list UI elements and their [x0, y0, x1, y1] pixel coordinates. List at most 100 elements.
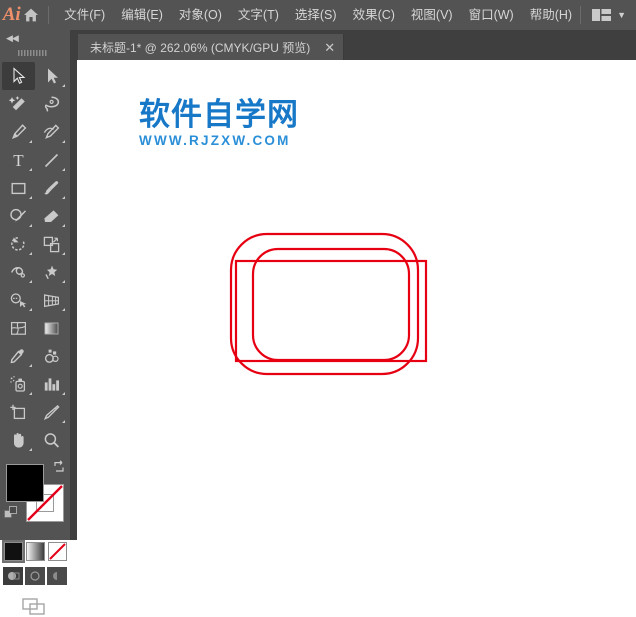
collapse-panel-button[interactable]: ◀◀	[0, 30, 70, 46]
pen-tool[interactable]	[2, 118, 35, 146]
rotate-icon	[11, 236, 25, 251]
tool-more-indicator	[62, 140, 65, 143]
draw-behind-mode-button[interactable]	[25, 567, 45, 585]
menu-item-list: 文件(F) 编辑(E) 对象(O) 文字(T) 选择(S) 效果(C) 视图(V…	[56, 0, 580, 30]
width-tool[interactable]	[2, 258, 35, 286]
artboard[interactable]: 软件自学网 WWW.RJZXW.COM	[77, 60, 636, 540]
eraser-tool[interactable]	[35, 202, 68, 230]
panel-drag-handle[interactable]	[0, 46, 70, 60]
document-tab-bar: 未标题-1* @ 262.06% (CMYK/GPU 预览) ✕	[70, 30, 636, 60]
rectangle-icon	[11, 182, 26, 194]
rectangle-tool[interactable]	[2, 174, 35, 202]
menu-help[interactable]: 帮助(H)	[522, 0, 580, 30]
screen-mode-icon	[22, 598, 45, 615]
artwork-group[interactable]	[77, 60, 636, 540]
magic-wand-tool[interactable]	[2, 90, 35, 118]
tool-more-indicator	[62, 280, 65, 283]
fill-mode-row	[1, 540, 68, 563]
grip-dots-icon	[18, 49, 47, 56]
draw-mode-row	[2, 567, 68, 585]
tool-more-indicator	[29, 280, 32, 283]
color-controls	[2, 460, 68, 538]
eraser-icon	[44, 209, 59, 222]
mesh-icon	[10, 321, 27, 335]
symbol-sprayer-icon	[10, 375, 26, 392]
artboard-icon	[10, 404, 26, 419]
line-segment-tool[interactable]	[35, 146, 68, 174]
mesh-tool[interactable]	[2, 314, 35, 342]
tool-grid: T	[2, 62, 68, 454]
direct-selection-arrow-icon	[47, 68, 58, 84]
symbol-sprayer-tool[interactable]	[2, 370, 35, 398]
perspective-grid-icon	[44, 293, 59, 307]
menu-window[interactable]: 窗口(W)	[461, 0, 522, 30]
column-graph-tool[interactable]	[35, 370, 68, 398]
tool-more-indicator	[29, 392, 32, 395]
blend-icon	[44, 349, 59, 363]
free-transform-tool[interactable]	[35, 258, 68, 286]
pen-nib-icon	[11, 123, 27, 139]
paintbrush-icon	[44, 180, 59, 194]
hand-tool[interactable]	[2, 426, 35, 454]
menu-bar: Ai 文件(F) 编辑(E) 对象(O) 文字(T) 选择(S) 效果(C) 视…	[0, 0, 636, 30]
draw-inside-mode-button[interactable]	[47, 567, 67, 585]
menu-effect[interactable]: 效果(C)	[345, 0, 403, 30]
tool-more-indicator	[62, 84, 65, 87]
tool-more-indicator	[62, 392, 65, 395]
gradient-mode-button[interactable]	[25, 542, 45, 561]
gradient-tool[interactable]	[35, 314, 68, 342]
blend-tool[interactable]	[35, 342, 68, 370]
lasso-icon	[44, 95, 60, 112]
outer-rounded-rectangle[interactable]	[229, 232, 420, 376]
hand-icon	[14, 432, 24, 448]
fill-swatch[interactable]	[6, 464, 44, 502]
slice-knife-icon	[43, 404, 60, 420]
menu-divider-left	[47, 6, 49, 24]
direct-selection-tool[interactable]	[35, 62, 68, 90]
inner-rounded-rectangle[interactable]	[251, 247, 411, 362]
menu-object[interactable]: 对象(O)	[171, 0, 230, 30]
shaper-tool[interactable]	[2, 202, 35, 230]
tool-more-indicator	[62, 308, 65, 311]
menu-edit[interactable]: 编辑(E)	[113, 0, 171, 30]
menu-view[interactable]: 视图(V)	[403, 0, 461, 30]
none-mode-button[interactable]	[47, 542, 67, 561]
tool-more-indicator	[29, 168, 32, 171]
tool-more-indicator	[62, 224, 65, 227]
draw-normal-mode-button[interactable]	[3, 567, 23, 585]
magnifier-icon	[44, 432, 60, 448]
selection-tool[interactable]	[2, 62, 35, 90]
tool-more-indicator	[29, 364, 32, 367]
home-icon[interactable]	[21, 0, 39, 30]
tool-more-indicator	[29, 448, 32, 451]
shape-builder-tool[interactable]	[2, 286, 35, 314]
lasso-tool[interactable]	[35, 90, 68, 118]
scale-tool[interactable]	[35, 230, 68, 258]
plain-rectangle[interactable]	[234, 259, 428, 363]
rotate-tool[interactable]	[2, 230, 35, 258]
menu-file[interactable]: 文件(F)	[56, 0, 113, 30]
swap-fill-stroke-icon[interactable]	[52, 460, 66, 474]
close-icon[interactable]: ✕	[324, 41, 335, 54]
type-tool[interactable]: T	[2, 146, 35, 174]
document-tab[interactable]: 未标题-1* @ 262.06% (CMYK/GPU 预览) ✕	[78, 34, 345, 60]
illustrator-window: Ai 文件(F) 编辑(E) 对象(O) 文字(T) 选择(S) 效果(C) 视…	[0, 0, 636, 615]
perspective-grid-tool[interactable]	[35, 286, 68, 314]
eyedropper-tool[interactable]	[2, 342, 35, 370]
menu-type[interactable]: 文字(T)	[230, 0, 287, 30]
draw-inside-icon	[52, 572, 57, 580]
color-mode-button[interactable]	[1, 540, 25, 563]
slice-tool[interactable]	[35, 398, 68, 426]
workspace-switcher[interactable]: ▼	[580, 6, 636, 24]
bar-chart-icon	[44, 377, 59, 391]
menu-select[interactable]: 选择(S)	[287, 0, 345, 30]
canvas-area[interactable]: 软件自学网 WWW.RJZXW.COM	[70, 60, 636, 540]
tool-more-indicator	[62, 420, 65, 423]
change-screen-mode-button[interactable]	[2, 597, 68, 617]
curvature-tool[interactable]	[35, 118, 68, 146]
default-fill-stroke-icon[interactable]	[4, 506, 18, 520]
curvature-pen-icon	[43, 123, 60, 139]
artboard-tool[interactable]	[2, 398, 35, 426]
zoom-tool[interactable]	[35, 426, 68, 454]
paintbrush-tool[interactable]	[35, 174, 68, 202]
